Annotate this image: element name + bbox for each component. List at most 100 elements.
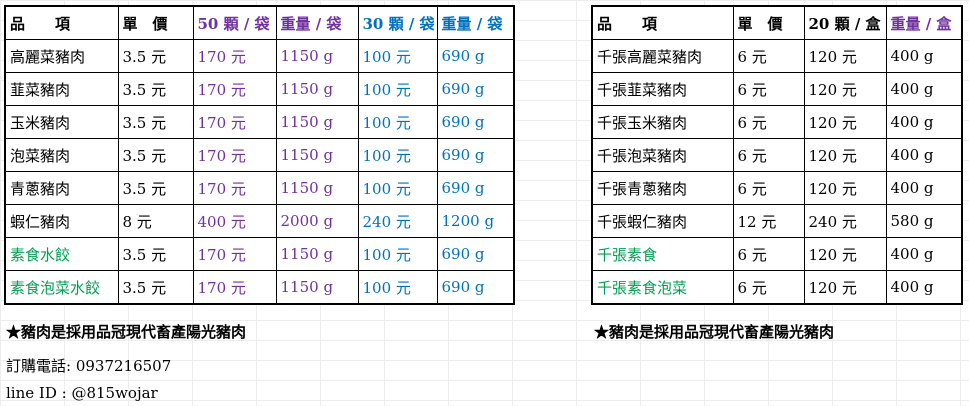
table-row: 泡菜豬肉 3.5 元 170 元 1150 g 100 元 690 g (4, 138, 515, 172)
table-row: 高麗菜豬肉 3.5 元 170 元 1150 g 100 元 690 g (4, 39, 515, 73)
pack50-price: 400 元 (192, 204, 277, 238)
item-name: 蝦仁豬肉 (4, 204, 119, 238)
pack30-price: 100 元 (357, 72, 438, 106)
pack30-weight: 690 g (436, 39, 515, 73)
header-item: 品 項 (4, 5, 119, 40)
pack20-weight: 400 g (885, 237, 963, 271)
pack30-price: 100 元 (357, 237, 438, 271)
unit-price: 6 元 (732, 39, 805, 73)
pack30-weight: 690 g (436, 138, 515, 172)
item-name: 千張玉米豬肉 (591, 105, 734, 139)
pack30-weight: 690 g (436, 105, 515, 139)
pack50-price: 170 元 (192, 237, 277, 271)
pack30-weight: 1200 g (436, 204, 515, 238)
item-name: 千張高麗菜豬肉 (591, 39, 734, 73)
pack20-weight: 400 g (885, 105, 963, 139)
unit-price: 3.5 元 (117, 270, 194, 305)
unit-price: 12 元 (732, 204, 805, 238)
pack30-weight: 690 g (436, 270, 515, 305)
pack20-price: 120 元 (803, 105, 887, 139)
unit-price: 3.5 元 (117, 39, 194, 73)
pack30-weight: 690 g (436, 237, 515, 271)
pack20-price: 120 元 (803, 39, 887, 73)
pack20-price: 240 元 (803, 204, 887, 238)
item-name: 千張素食 (591, 237, 734, 271)
table-row: 玉米豬肉 3.5 元 170 元 1150 g 100 元 690 g (4, 105, 515, 139)
pack50-weight: 1150 g (275, 39, 359, 73)
table-row: 素食泡菜水餃 3.5 元 170 元 1150 g 100 元 690 g (4, 270, 515, 305)
unit-price: 3.5 元 (117, 138, 194, 172)
pack30-price: 100 元 (357, 39, 438, 73)
header-item: 品 項 (591, 5, 734, 40)
header-pack30-weight: 重量 / 袋 (436, 5, 515, 40)
header-pack50-price: 50 顆 / 袋 (192, 5, 277, 40)
table-row: 千張青蔥豬肉 6 元 120 元 400 g (591, 171, 963, 205)
header-unit-price: 單 價 (117, 5, 194, 40)
item-name: 韮菜豬肉 (4, 72, 119, 106)
pack30-price: 240 元 (357, 204, 438, 238)
pack50-weight: 1150 g (275, 105, 359, 139)
item-name: 玉米豬肉 (4, 105, 119, 139)
right-table-header-row: 品 項 單 價 20 顆 / 盒 重量 / 盒 (591, 5, 963, 40)
item-name: 千張韮菜豬肉 (591, 72, 734, 106)
table-row: 千張素食泡菜 6 元 120 元 400 g (591, 270, 963, 305)
table-row: 千張素食 6 元 120 元 400 g (591, 237, 963, 271)
unit-price: 6 元 (732, 138, 805, 172)
right-pork-source-note: ★豬肉是採用品冠現代畜產陽光豬肉 (594, 323, 835, 341)
pack50-weight: 1150 g (275, 270, 359, 305)
pack20-price: 120 元 (803, 138, 887, 172)
pack20-weight: 580 g (885, 204, 963, 238)
item-name: 千張泡菜豬肉 (591, 138, 734, 172)
item-name: 青蔥豬肉 (4, 171, 119, 205)
pack30-price: 100 元 (357, 105, 438, 139)
line-id: line ID : @815wojar (6, 384, 158, 402)
pack30-weight: 690 g (436, 171, 515, 205)
pack50-price: 170 元 (192, 39, 277, 73)
right-price-table: 品 項 單 價 20 顆 / 盒 重量 / 盒 千張高麗菜豬肉 6 元 120 元4… (591, 5, 963, 305)
table-row: 千張玉米豬肉 6 元 120 元 400 g (591, 105, 963, 139)
table-row: 千張韮菜豬肉 6 元 120 元 400 g (591, 72, 963, 106)
header-pack30-price: 30 顆 / 袋 (357, 5, 438, 40)
pack20-weight: 400 g (885, 171, 963, 205)
unit-price: 6 元 (732, 270, 805, 305)
pack20-price: 120 元 (803, 171, 887, 205)
unit-price: 3.5 元 (117, 237, 194, 271)
pack20-price: 120 元 (803, 237, 887, 271)
pack20-price: 120 元 (803, 270, 887, 305)
pack20-weight: 400 g (885, 72, 963, 106)
item-name: 素食水餃 (4, 237, 119, 271)
pack20-weight: 400 g (885, 39, 963, 73)
pack50-weight: 1150 g (275, 237, 359, 271)
left-table-header-row: 品 項 單 價 50 顆 / 袋 重量 / 袋 30 顆 / 袋 重量 / 袋 (4, 5, 515, 40)
pack20-price: 120 元 (803, 72, 887, 106)
unit-price: 6 元 (732, 72, 805, 106)
unit-price: 3.5 元 (117, 72, 194, 106)
pack30-price: 100 元 (357, 138, 438, 172)
item-name: 高麗菜豬肉 (4, 39, 119, 73)
pack50-price: 170 元 (192, 138, 277, 172)
left-price-table: 品 項 單 價 50 顆 / 袋 重量 / 袋 30 顆 / 袋 重量 / 袋 … (4, 5, 515, 305)
unit-price: 6 元 (732, 171, 805, 205)
header-pack20-weight: 重量 / 盒 (885, 5, 963, 40)
unit-price: 3.5 元 (117, 171, 194, 205)
pack30-weight: 690 g (436, 72, 515, 106)
item-name: 千張青蔥豬肉 (591, 171, 734, 205)
pack50-price: 170 元 (192, 105, 277, 139)
pack50-weight: 1150 g (275, 138, 359, 172)
unit-price: 8 元 (117, 204, 194, 238)
pack20-weight: 400 g (885, 138, 963, 172)
unit-price: 6 元 (732, 105, 805, 139)
unit-price: 3.5 元 (117, 105, 194, 139)
table-row: 韮菜豬肉 3.5 元 170 元 1150 g 100 元 690 g (4, 72, 515, 106)
pack50-price: 170 元 (192, 171, 277, 205)
table-row: 千張蝦仁豬肉 12 元 240 元 580 g (591, 204, 963, 238)
pack20-weight: 400 g (885, 270, 963, 305)
header-unit-price: 單 價 (732, 5, 805, 40)
table-row: 蝦仁豬肉 8 元 400 元 2000 g 240 元 1200 g (4, 204, 515, 238)
header-pack50-weight: 重量 / 袋 (275, 5, 359, 40)
table-row: 千張泡菜豬肉 6 元 120 元 400 g (591, 138, 963, 172)
item-name: 千張蝦仁豬肉 (591, 204, 734, 238)
header-pack20-price: 20 顆 / 盒 (803, 5, 887, 40)
table-row: 素食水餃 3.5 元 170 元 1150 g 100 元 690 g (4, 237, 515, 271)
order-phone: 訂購電話: 0937216507 (6, 357, 172, 375)
